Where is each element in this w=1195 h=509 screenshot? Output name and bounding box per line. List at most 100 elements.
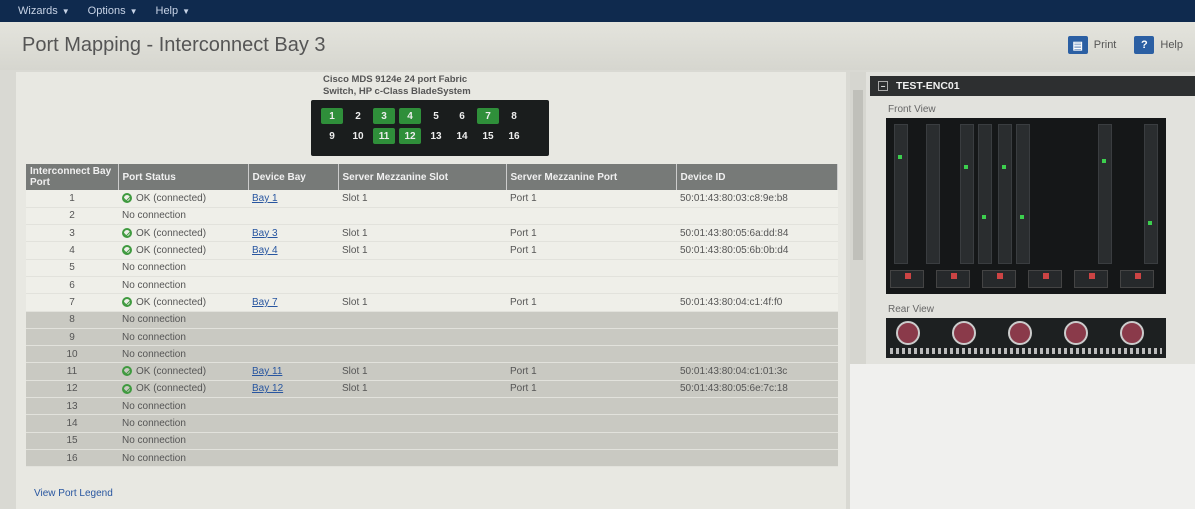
- switch-port[interactable]: 9: [321, 128, 343, 144]
- cell-port: 15: [26, 432, 118, 450]
- cell-status: OK (connected): [118, 224, 248, 243]
- led: [898, 155, 902, 159]
- help-button[interactable]: ? Help: [1134, 36, 1183, 54]
- table-row[interactable]: 15 No connection: [26, 432, 838, 450]
- view-port-legend-link[interactable]: View Port Legend: [34, 488, 113, 499]
- cell-mezz-port: Port 1: [506, 241, 676, 260]
- cell-port: 2: [26, 207, 118, 226]
- table-row[interactable]: 9 No connection: [26, 328, 838, 347]
- cell-status: No connection: [118, 207, 248, 226]
- menu-wizards[interactable]: Wizards ▼: [18, 5, 70, 17]
- switch-port[interactable]: 7: [477, 108, 499, 124]
- table-row[interactable]: 3 OK (connected) Bay 3 Slot 1 Port 1 50:01:43…: [26, 224, 838, 243]
- cell-mezz-slot: Slot 1: [338, 241, 506, 260]
- cell-mezz-port: [506, 311, 676, 329]
- blade-slot[interactable]: [978, 124, 992, 264]
- device-bay-link[interactable]: Bay 1: [252, 193, 278, 204]
- table-row[interactable]: 5 No connection: [26, 259, 838, 277]
- led: [1002, 165, 1006, 169]
- power-supply: [982, 270, 1016, 288]
- print-button[interactable]: ▤ Print: [1067, 36, 1116, 54]
- blade-slot[interactable]: [1144, 124, 1158, 264]
- table-header-row: Interconnect Bay Port Port Status Device…: [26, 164, 838, 190]
- device-bay-link[interactable]: Bay 7: [252, 297, 278, 308]
- cell-device-bay: [248, 345, 338, 364]
- cell-mezz-port: [506, 432, 676, 450]
- title-bar: Port Mapping - Interconnect Bay 3 ▤ Print…: [0, 22, 1195, 70]
- indicator: [905, 273, 911, 279]
- fan-icon: [1064, 321, 1088, 345]
- scrollbar-thumb[interactable]: [853, 90, 863, 260]
- blade-slot[interactable]: [1016, 124, 1030, 264]
- switch-port[interactable]: 10: [347, 128, 369, 144]
- table-row[interactable]: 2 No connection: [26, 207, 838, 226]
- blade-slot[interactable]: [998, 124, 1012, 264]
- table-row[interactable]: 12 OK (connected) Bay 12 Slot 1 Port 1 50:01:…: [26, 380, 838, 399]
- switch-port[interactable]: 8: [503, 108, 525, 124]
- switch-port[interactable]: 4: [399, 108, 421, 124]
- col-interconnect-bay-port: Interconnect Bay Port: [26, 164, 119, 190]
- cell-mezz-slot: [338, 449, 506, 468]
- cell-device-bay: Bay 4: [248, 241, 338, 260]
- print-icon: ▤: [1067, 36, 1088, 54]
- switch-port[interactable]: 13: [425, 128, 447, 144]
- chevron-down-icon: ▼: [61, 6, 70, 16]
- device-bay-link[interactable]: Bay 4: [252, 245, 278, 256]
- table-row[interactable]: 11 OK (connected) Bay 11 Slot 1 Port 1 50:01:…: [26, 362, 838, 381]
- cell-device-bay: [248, 328, 338, 347]
- cell-device-bay: [248, 449, 338, 468]
- scrollbar[interactable]: [850, 72, 866, 372]
- menu-help[interactable]: Help ▼: [156, 5, 191, 17]
- device-bay-link[interactable]: Bay 3: [252, 228, 278, 239]
- table-row[interactable]: 1 OK (connected) Bay 1 Slot 1 Port 1 50:01:43…: [26, 190, 838, 208]
- led: [964, 165, 968, 169]
- table-row[interactable]: 8 No connection: [26, 311, 838, 329]
- blade-slot[interactable]: [894, 124, 908, 264]
- switch-port[interactable]: 15: [477, 128, 499, 144]
- status-text: No connection: [122, 400, 186, 412]
- cell-mezz-slot: [338, 276, 506, 295]
- cell-port: 5: [26, 259, 118, 277]
- collapse-icon[interactable]: −: [878, 81, 888, 91]
- menu-options[interactable]: Options ▼: [88, 5, 138, 17]
- port-mapping-table: Interconnect Bay Port Port Status Device…: [26, 164, 838, 468]
- port-mapping-panel: Cisco MDS 9124e 24 port Fabric Switch, H…: [16, 72, 846, 509]
- header-actions: ▤ Print ? Help: [1067, 36, 1183, 54]
- indicator: [997, 273, 1003, 279]
- fan-icon: [1120, 321, 1144, 345]
- cell-device-id: [676, 449, 838, 468]
- device-bay-link[interactable]: Bay 12: [252, 383, 283, 394]
- switch-port[interactable]: 11: [373, 128, 395, 144]
- switch-port[interactable]: 16: [503, 128, 525, 144]
- table-row[interactable]: 10 No connection: [26, 345, 838, 364]
- switch-port[interactable]: 2: [347, 108, 369, 124]
- table-row[interactable]: 4 OK (connected) Bay 4 Slot 1 Port 1 50:01:43…: [26, 241, 838, 260]
- cell-device-bay: [248, 276, 338, 295]
- device-bay-link[interactable]: Bay 11: [252, 366, 282, 377]
- cell-device-id: 50:01:43:80:03:c8:9e:b8: [676, 190, 838, 208]
- cell-mezz-slot: [338, 259, 506, 277]
- cell-port: 14: [26, 414, 118, 433]
- enclosure-front-view[interactable]: [886, 118, 1166, 294]
- enclosure-header[interactable]: − TEST-ENC01: [870, 76, 1195, 96]
- switch-port[interactable]: 12: [399, 128, 421, 144]
- blade-slot[interactable]: [1098, 124, 1112, 264]
- cell-device-id: [676, 259, 838, 277]
- switch-port[interactable]: 14: [451, 128, 473, 144]
- table-row[interactable]: 16 No connection: [26, 449, 838, 468]
- table-row[interactable]: 7 OK (connected) Bay 7 Slot 1 Port 1 50:01:43…: [26, 293, 838, 312]
- table-row[interactable]: 6 No connection: [26, 276, 838, 295]
- blade-slot[interactable]: [926, 124, 940, 264]
- status-text: No connection: [122, 452, 186, 464]
- switch-port[interactable]: 3: [373, 108, 395, 124]
- switch-port[interactable]: 5: [425, 108, 447, 124]
- switch-port[interactable]: 1: [321, 108, 343, 124]
- cell-mezz-slot: [338, 432, 506, 450]
- table-row[interactable]: 13 No connection: [26, 397, 838, 416]
- switch-port[interactable]: 6: [451, 108, 473, 124]
- table-row[interactable]: 14 No connection: [26, 414, 838, 433]
- blade-slot[interactable]: [960, 124, 974, 264]
- switch-caption-line1: Cisco MDS 9124e 24 port Fabric: [323, 74, 468, 85]
- enclosure-rear-view[interactable]: [886, 318, 1166, 358]
- cell-device-bay: Bay 1: [248, 190, 338, 208]
